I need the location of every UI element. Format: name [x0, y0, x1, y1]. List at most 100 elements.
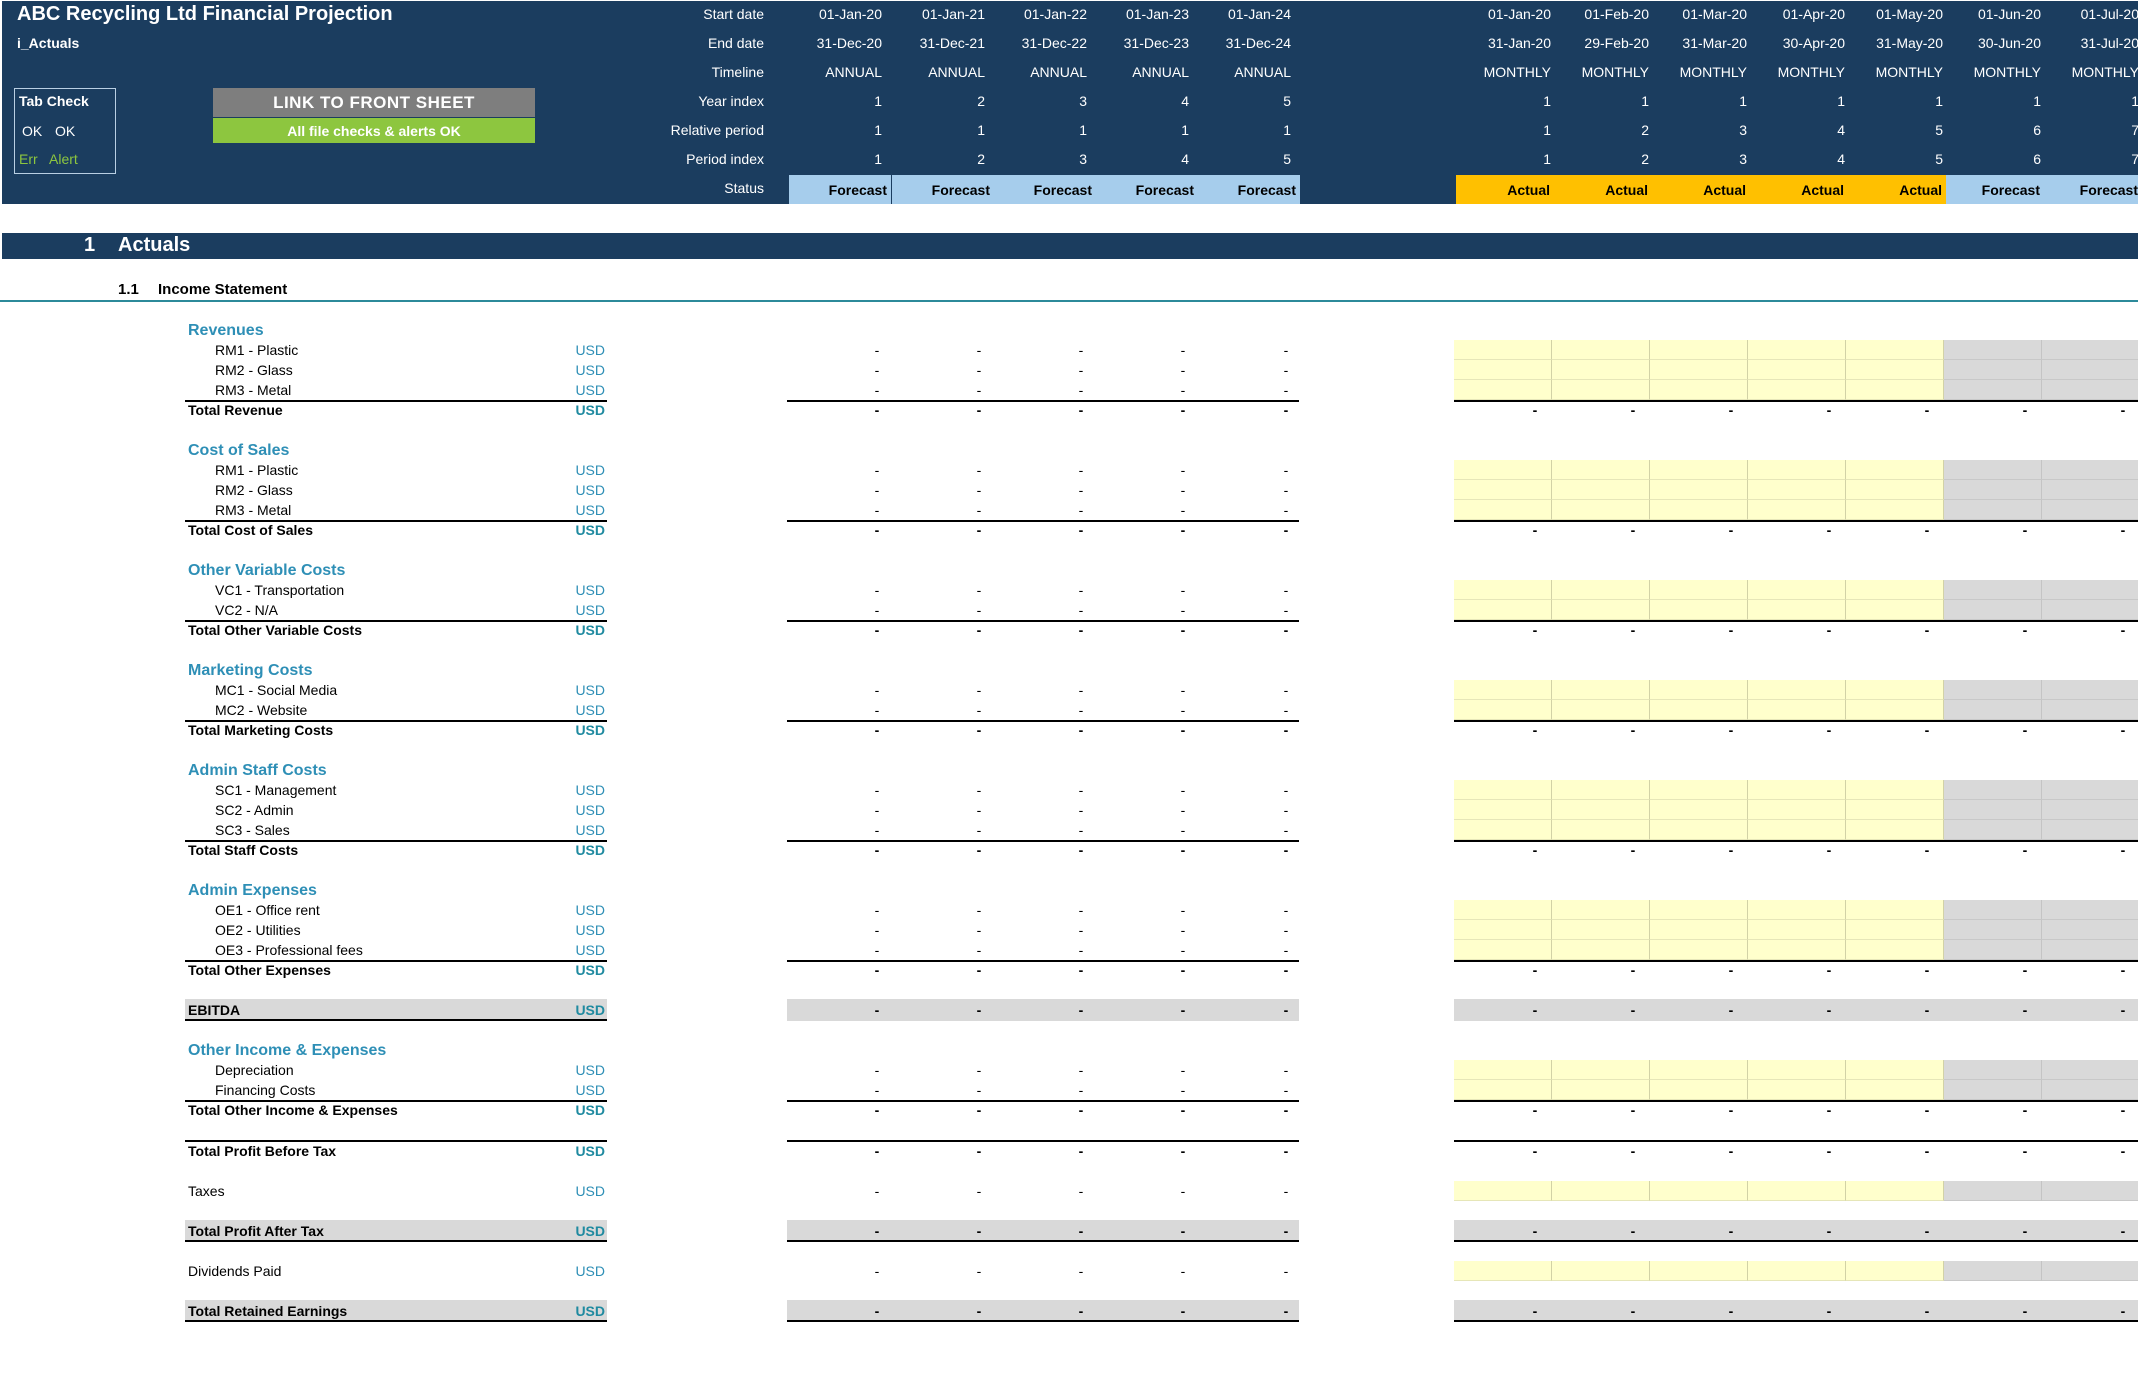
input-cell-actual[interactable] — [1748, 680, 1846, 700]
input-cell-actual[interactable] — [1552, 940, 1650, 960]
input-cell-actual[interactable] — [1650, 460, 1748, 480]
input-cell-actual[interactable] — [1552, 1181, 1650, 1201]
input-cell-actual[interactable] — [1846, 700, 1944, 720]
input-cell-actual[interactable] — [1552, 380, 1650, 400]
input-cell-actual[interactable] — [1454, 1261, 1552, 1281]
input-cell-actual[interactable] — [1650, 480, 1748, 500]
input-cell-actual[interactable] — [1454, 480, 1552, 500]
input-cell-actual[interactable] — [1846, 500, 1944, 520]
input-cell-actual[interactable] — [1748, 1261, 1846, 1281]
input-cell-actual[interactable] — [1552, 460, 1650, 480]
input-cell-actual[interactable] — [1846, 480, 1944, 500]
input-cell-actual[interactable] — [1552, 580, 1650, 600]
input-cell-actual[interactable] — [1748, 1060, 1846, 1080]
input-cell-actual[interactable] — [1650, 1060, 1748, 1080]
input-cell-actual[interactable] — [1748, 580, 1846, 600]
input-cell-actual[interactable] — [1552, 1080, 1650, 1100]
input-cell-actual[interactable] — [1846, 1261, 1944, 1281]
input-cell-actual[interactable] — [1552, 680, 1650, 700]
input-cell-actual[interactable] — [1552, 1060, 1650, 1080]
input-cell-actual[interactable] — [1454, 800, 1552, 820]
input-cell-actual[interactable] — [1552, 920, 1650, 940]
input-cell-actual[interactable] — [1650, 600, 1748, 620]
input-cell-actual[interactable] — [1748, 1080, 1846, 1100]
input-cell-actual[interactable] — [1846, 600, 1944, 620]
input-cell-actual[interactable] — [1454, 940, 1552, 960]
input-cell-actual[interactable] — [1748, 600, 1846, 620]
input-cell-actual[interactable] — [1454, 680, 1552, 700]
input-cell-actual[interactable] — [1846, 780, 1944, 800]
input-cell-actual[interactable] — [1846, 340, 1944, 360]
input-cell-actual[interactable] — [1650, 780, 1748, 800]
input-cell-actual[interactable] — [1650, 360, 1748, 380]
input-cell-actual[interactable] — [1454, 580, 1552, 600]
input-cell-actual[interactable] — [1846, 360, 1944, 380]
input-cell-actual[interactable] — [1748, 480, 1846, 500]
input-cell-actual[interactable] — [1650, 580, 1748, 600]
input-cell-actual[interactable] — [1650, 340, 1748, 360]
input-cell-actual[interactable] — [1846, 940, 1944, 960]
input-cell-actual[interactable] — [1846, 1181, 1944, 1201]
input-cell-actual[interactable] — [1552, 780, 1650, 800]
input-cell-actual[interactable] — [1552, 820, 1650, 840]
link-to-front-sheet-button[interactable]: LINK TO FRONT SHEET — [213, 88, 535, 117]
input-cell-actual[interactable] — [1650, 500, 1748, 520]
input-cell-actual[interactable] — [1552, 700, 1650, 720]
input-cell-actual[interactable] — [1552, 340, 1650, 360]
input-cell-actual[interactable] — [1748, 340, 1846, 360]
input-cell-actual[interactable] — [1650, 820, 1748, 840]
input-cell-actual[interactable] — [1454, 700, 1552, 720]
input-cell-actual[interactable] — [1846, 820, 1944, 840]
input-cell-actual[interactable] — [1454, 820, 1552, 840]
input-cell-actual[interactable] — [1846, 380, 1944, 400]
input-cell-actual[interactable] — [1454, 900, 1552, 920]
input-cell-actual[interactable] — [1650, 700, 1748, 720]
input-cell-actual[interactable] — [1552, 480, 1650, 500]
input-cell-actual[interactable] — [1650, 800, 1748, 820]
input-cell-actual[interactable] — [1846, 900, 1944, 920]
input-cell-actual[interactable] — [1454, 1181, 1552, 1201]
input-cell-actual[interactable] — [1748, 820, 1846, 840]
input-cell-actual[interactable] — [1650, 920, 1748, 940]
input-cell-actual[interactable] — [1846, 680, 1944, 700]
input-cell-actual[interactable] — [1650, 900, 1748, 920]
input-cell-actual[interactable] — [1552, 500, 1650, 520]
input-cell-actual[interactable] — [1454, 500, 1552, 520]
input-cell-actual[interactable] — [1552, 600, 1650, 620]
input-cell-actual[interactable] — [1552, 1261, 1650, 1281]
input-cell-actual[interactable] — [1748, 800, 1846, 820]
input-cell-actual[interactable] — [1650, 1261, 1748, 1281]
input-cell-actual[interactable] — [1650, 1181, 1748, 1201]
input-cell-actual[interactable] — [1552, 360, 1650, 380]
input-cell-actual[interactable] — [1650, 1080, 1748, 1100]
input-cell-actual[interactable] — [1846, 460, 1944, 480]
input-cell-actual[interactable] — [1748, 380, 1846, 400]
input-cell-actual[interactable] — [1552, 900, 1650, 920]
input-cell-actual[interactable] — [1846, 920, 1944, 940]
input-cell-actual[interactable] — [1748, 780, 1846, 800]
input-cell-actual[interactable] — [1454, 600, 1552, 620]
input-cell-actual[interactable] — [1748, 500, 1846, 520]
input-cell-actual[interactable] — [1552, 800, 1650, 820]
input-cell-actual[interactable] — [1650, 940, 1748, 960]
input-cell-actual[interactable] — [1846, 580, 1944, 600]
input-cell-actual[interactable] — [1748, 360, 1846, 380]
input-cell-actual[interactable] — [1748, 700, 1846, 720]
input-cell-actual[interactable] — [1846, 800, 1944, 820]
input-cell-actual[interactable] — [1650, 380, 1748, 400]
input-cell-actual[interactable] — [1454, 780, 1552, 800]
input-cell-actual[interactable] — [1748, 1181, 1846, 1201]
input-cell-actual[interactable] — [1748, 940, 1846, 960]
input-cell-actual[interactable] — [1454, 360, 1552, 380]
input-cell-actual[interactable] — [1454, 1080, 1552, 1100]
input-cell-actual[interactable] — [1748, 900, 1846, 920]
input-cell-actual[interactable] — [1748, 460, 1846, 480]
input-cell-actual[interactable] — [1454, 1060, 1552, 1080]
input-cell-actual[interactable] — [1454, 340, 1552, 360]
input-cell-actual[interactable] — [1846, 1080, 1944, 1100]
input-cell-actual[interactable] — [1748, 920, 1846, 940]
input-cell-actual[interactable] — [1846, 1060, 1944, 1080]
input-cell-actual[interactable] — [1454, 460, 1552, 480]
input-cell-actual[interactable] — [1454, 920, 1552, 940]
input-cell-actual[interactable] — [1454, 380, 1552, 400]
